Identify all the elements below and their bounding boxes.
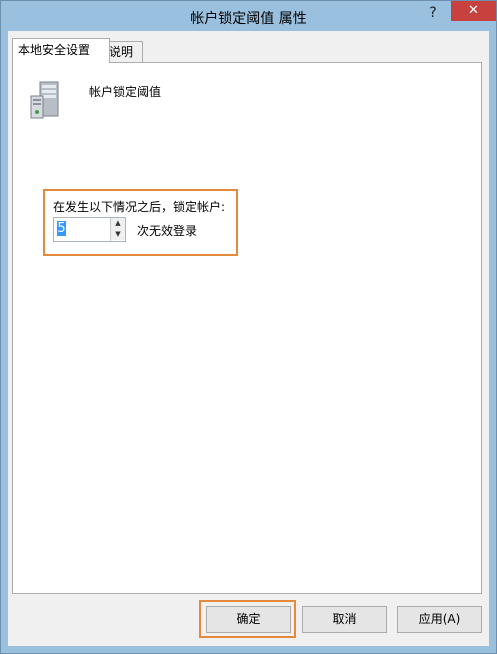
dialog-client-area: 本地安全设置 说明 帐户锁定阈值 在发生以下情况之后，锁定帐户: 5 ▲ ▼ 次… [8,31,489,646]
tab-local-security-setting[interactable]: 本地安全设置 [12,38,110,63]
help-button[interactable]: ? [422,3,444,23]
properties-window: 帐户锁定阈值 属性 ? ✕ 本地安全设置 说明 帐户锁定阈值 在发生以下情况之后… [0,0,497,654]
threshold-prompt-label: 在发生以下情况之后，锁定帐户: [53,200,226,214]
threshold-spinner[interactable]: 5 ▲ ▼ [53,217,126,242]
threshold-unit-label: 次无效登录 [137,224,198,238]
apply-button[interactable]: 应用(A) [397,606,482,633]
ok-button[interactable]: 确定 [206,606,291,633]
tab-bar: 本地安全设置 说明 [8,38,489,63]
cancel-button[interactable]: 取消 [302,606,387,633]
title-bar[interactable]: 帐户锁定阈值 属性 ? ✕ [1,1,496,31]
policy-name: 帐户锁定阈值 [89,85,162,99]
tab-panel: 帐户锁定阈值 在发生以下情况之后，锁定帐户: 5 ▲ ▼ 次无效登录 [12,62,482,594]
spinner-down-icon[interactable]: ▼ [111,229,125,240]
spinner-buttons: ▲ ▼ [110,218,125,241]
threshold-value-input[interactable]: 5 [57,221,66,236]
close-button[interactable]: ✕ [451,1,496,21]
server-icon [30,81,59,119]
